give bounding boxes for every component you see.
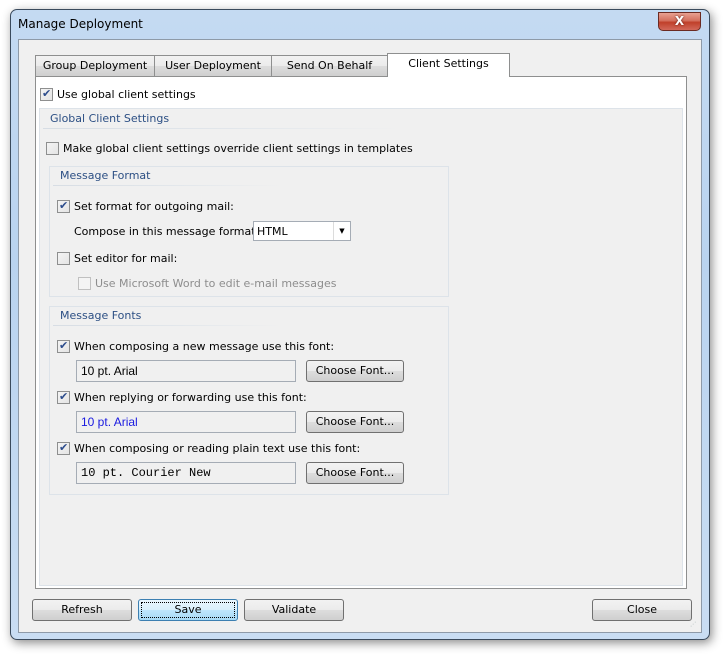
tab-label: Client Settings [408, 57, 489, 70]
save-button[interactable]: Save [138, 599, 238, 621]
set-editor-label: Set editor for mail: [74, 251, 178, 265]
global-client-settings-header: Global Client Settings [50, 112, 170, 125]
set-editor-checkbox[interactable] [57, 251, 70, 265]
tab-label: Send On Behalf [286, 59, 373, 72]
chevron-down-icon[interactable]: ▼ [333, 222, 350, 240]
message-fonts-header: Message Fonts [60, 309, 142, 322]
refresh-button[interactable]: Refresh [32, 599, 132, 621]
plain-font-label: When composing or reading plain text use… [74, 441, 361, 455]
client-settings-panel: Use global client settings Global Client… [35, 76, 687, 589]
close-icon: X [674, 14, 685, 28]
focus-ring [141, 602, 235, 618]
message-format-header: Message Format [60, 169, 151, 182]
button-label: Refresh [61, 603, 103, 616]
compose-font-field: 10 pt. Arial [76, 360, 296, 382]
use-global-checkbox[interactable] [40, 87, 53, 101]
close-button[interactable]: Close [592, 599, 692, 621]
tab-label: User Deployment [165, 59, 261, 72]
window-close-button[interactable]: X [658, 12, 701, 31]
tab-group-deployment[interactable]: Group Deployment [35, 55, 155, 76]
message-format-group: Message Format Set format for outgoing m… [49, 166, 449, 297]
button-label: Close [627, 603, 657, 616]
message-format-select[interactable]: HTML ▼ [253, 221, 351, 241]
header-divider [53, 325, 283, 326]
button-label: Choose Font... [315, 466, 395, 479]
set-format-checkbox[interactable] [57, 199, 70, 213]
plain-font-checkbox[interactable] [57, 441, 70, 455]
compose-format-label: Compose in this message format: [74, 225, 260, 238]
message-fonts-group: Message Fonts When composing a new messa… [49, 306, 449, 495]
validate-button[interactable]: Validate [244, 599, 344, 621]
button-label: Choose Font... [315, 415, 395, 428]
override-label: Make global client settings override cli… [63, 141, 413, 155]
client-area: Group Deployment User Deployment Send On… [18, 39, 702, 633]
manage-deployment-window: Manage Deployment X Group Deployment Use… [10, 9, 710, 640]
use-word-checkbox [78, 276, 91, 290]
use-global-label: Use global client settings [57, 87, 196, 101]
reply-font-checkbox[interactable] [57, 390, 70, 404]
plain-choose-font-button[interactable]: Choose Font... [306, 462, 404, 484]
header-divider [53, 185, 283, 186]
reply-font-label: When replying or forwarding use this fon… [74, 390, 307, 404]
plain-font-checkbox-row[interactable]: When composing or reading plain text use… [57, 441, 360, 455]
global-client-settings-group: Global Client Settings Make global clien… [39, 108, 683, 586]
tab-label: Group Deployment [42, 59, 148, 72]
resize-grip-icon[interactable]: ⋰ [690, 621, 698, 629]
override-checkbox[interactable] [46, 141, 59, 155]
set-editor-checkbox-row[interactable]: Set editor for mail: [57, 251, 177, 265]
compose-choose-font-button[interactable]: Choose Font... [306, 360, 404, 382]
button-label: Validate [271, 603, 317, 616]
use-global-checkbox-row[interactable]: Use global client settings [40, 87, 196, 101]
tab-send-on-behalf[interactable]: Send On Behalf [271, 55, 388, 76]
compose-font-checkbox[interactable] [57, 339, 70, 353]
use-word-checkbox-row: Use Microsoft Word to edit e-mail messag… [78, 276, 337, 290]
plain-font-field: 10 pt. Courier New [76, 462, 296, 484]
reply-font-checkbox-row[interactable]: When replying or forwarding use this fon… [57, 390, 307, 404]
header-divider [43, 128, 403, 129]
tab-user-deployment[interactable]: User Deployment [154, 55, 272, 76]
reply-choose-font-button[interactable]: Choose Font... [306, 411, 404, 433]
tab-client-settings[interactable]: Client Settings [387, 53, 510, 77]
set-format-checkbox-row[interactable]: Set format for outgoing mail: [57, 199, 234, 213]
compose-font-checkbox-row[interactable]: When composing a new message use this fo… [57, 339, 334, 353]
set-format-label: Set format for outgoing mail: [74, 199, 234, 213]
message-format-value: HTML [257, 225, 288, 238]
use-word-label: Use Microsoft Word to edit e-mail messag… [95, 276, 337, 290]
override-checkbox-row[interactable]: Make global client settings override cli… [46, 141, 413, 155]
reply-font-field: 10 pt. Arial [76, 411, 296, 433]
window-title: Manage Deployment [18, 17, 143, 31]
compose-font-label: When composing a new message use this fo… [74, 339, 335, 353]
button-label: Choose Font... [315, 364, 395, 377]
